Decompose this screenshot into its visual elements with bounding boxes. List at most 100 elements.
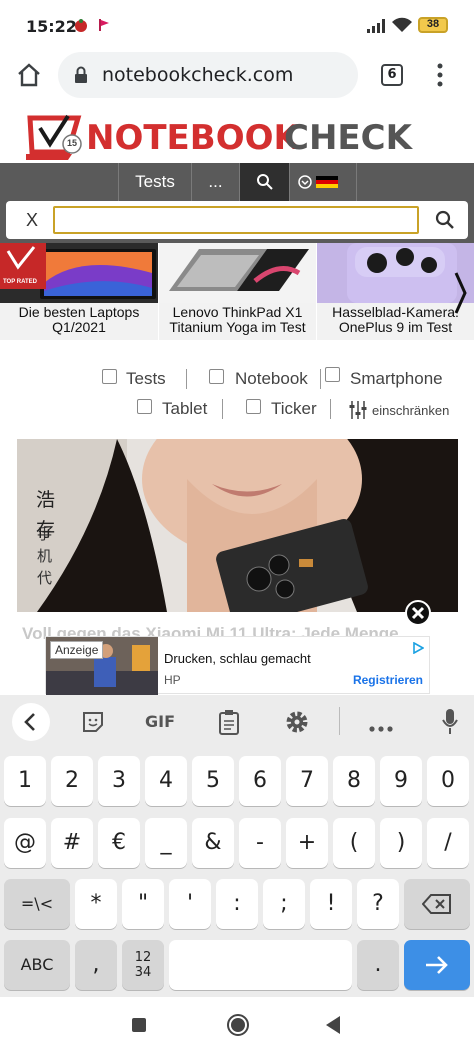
- key-enter[interactable]: [404, 940, 470, 990]
- address-bar[interactable]: notebookcheck.com: [58, 52, 358, 98]
- key-9[interactable]: 9: [380, 756, 422, 806]
- key-minus[interactable]: -: [239, 818, 281, 868]
- carousel-card[interactable]: Lenovo ThinkPad X1 Titanium Yoga im Test: [159, 243, 316, 340]
- nav-more[interactable]: ...: [191, 163, 239, 201]
- carousel-caption: Lenovo ThinkPad X1 Titanium Yoga im Test: [169, 304, 306, 335]
- backspace-icon: [421, 894, 451, 914]
- logo-badge: 15: [66, 138, 77, 148]
- home-icon[interactable]: [16, 62, 42, 93]
- filter-tests-checkbox[interactable]: [102, 369, 117, 384]
- filter-smartphone-checkbox[interactable]: [325, 367, 340, 382]
- close-icon: [411, 606, 425, 620]
- home-nav-icon[interactable]: [226, 1013, 250, 1042]
- site-logo[interactable]: 15 NOTEBOOK CHECK: [0, 108, 474, 164]
- filter-smartphone-label[interactable]: Smartphone: [350, 369, 443, 389]
- gif-button[interactable]: GIF: [145, 712, 175, 731]
- nav-search[interactable]: [239, 163, 289, 201]
- featured-carousel: TOP RATED Die besten Laptops Q1/2021 Len…: [0, 243, 474, 340]
- toolbar-divider: [339, 707, 340, 735]
- filter-restrict-link[interactable]: einschränken: [372, 403, 449, 418]
- key-3[interactable]: 3: [98, 756, 140, 806]
- key-space[interactable]: [169, 940, 352, 990]
- key-double-quote[interactable]: ": [122, 879, 164, 929]
- back-nav-icon[interactable]: [324, 1015, 342, 1040]
- key-slash[interactable]: /: [427, 818, 469, 868]
- notification-icon: [74, 18, 88, 32]
- more-options-icon[interactable]: [369, 719, 393, 737]
- key-7[interactable]: 7: [286, 756, 328, 806]
- recents-icon[interactable]: [131, 1017, 147, 1038]
- ad-close-button[interactable]: [405, 600, 431, 626]
- chevron-left-icon: [24, 713, 35, 731]
- key-2[interactable]: 2: [51, 756, 93, 806]
- filter-tablet-label[interactable]: Tablet: [162, 399, 207, 419]
- key-hash[interactable]: #: [51, 818, 93, 868]
- filter-separator: [320, 369, 321, 389]
- key-comma[interactable]: ,: [75, 940, 117, 990]
- key-asterisk[interactable]: *: [75, 879, 117, 929]
- nav-language[interactable]: [289, 163, 357, 201]
- microphone-icon[interactable]: [441, 708, 459, 741]
- key-period[interactable]: .: [357, 940, 399, 990]
- nav-tests[interactable]: Tests: [118, 163, 191, 201]
- key-colon[interactable]: :: [216, 879, 258, 929]
- key-ampersand[interactable]: &: [192, 818, 234, 868]
- filter-notebook-label[interactable]: Notebook: [235, 369, 308, 389]
- search-input[interactable]: [53, 206, 419, 234]
- filter-notebook-checkbox[interactable]: [209, 369, 224, 384]
- clipboard-icon[interactable]: [218, 709, 240, 740]
- nav-search-icon: [256, 174, 273, 190]
- site-nav: Tests ...: [0, 163, 474, 201]
- filter-tablet-checkbox[interactable]: [137, 399, 152, 414]
- key-numpad[interactable]: 12 34: [122, 940, 164, 990]
- status-bar: 15:22 38: [0, 0, 474, 52]
- logo-check-text: CHECK: [284, 118, 412, 158]
- wifi-icon: [392, 17, 412, 38]
- key-8[interactable]: 8: [333, 756, 375, 806]
- key-paren-close[interactable]: ): [380, 818, 422, 868]
- key-question[interactable]: ?: [357, 879, 399, 929]
- key-single-quote[interactable]: ': [169, 879, 211, 929]
- signal-icon: [367, 19, 385, 38]
- ad-cta-button[interactable]: Registrieren: [353, 673, 423, 687]
- search-submit-icon[interactable]: [435, 210, 455, 235]
- arrow-right-icon: [426, 956, 448, 974]
- key-6[interactable]: 6: [239, 756, 281, 806]
- carousel-card[interactable]: TOP RATED Die besten Laptops Q1/2021: [0, 243, 158, 340]
- key-exclamation[interactable]: !: [310, 879, 352, 929]
- filter-ticker-label[interactable]: Ticker: [271, 399, 317, 419]
- settings-gear-icon[interactable]: [285, 710, 309, 739]
- lock-icon[interactable]: [74, 66, 88, 89]
- overflow-menu-icon[interactable]: [436, 63, 444, 92]
- key-underscore[interactable]: _: [145, 818, 187, 868]
- article-hero-image[interactable]: 手 机 代 浩 存: [17, 439, 458, 612]
- key-semicolon[interactable]: ;: [263, 879, 305, 929]
- carousel-next-icon[interactable]: [452, 271, 468, 320]
- key-plus[interactable]: +: [286, 818, 328, 868]
- sliders-icon[interactable]: [348, 400, 368, 425]
- key-symbols-toggle[interactable]: =\<: [4, 879, 70, 929]
- filter-separator: [222, 399, 223, 419]
- carousel-caption: Hasselblad-Kamera: OnePlus 9 im Test: [332, 304, 459, 335]
- filter-ticker-checkbox[interactable]: [246, 399, 261, 414]
- key-5[interactable]: 5: [192, 756, 234, 806]
- filter-tests-label[interactable]: Tests: [126, 369, 166, 389]
- hero-char: 存: [36, 519, 56, 541]
- key-4[interactable]: 4: [145, 756, 187, 806]
- key-0[interactable]: 0: [427, 756, 469, 806]
- key-abc[interactable]: ABC: [4, 940, 70, 990]
- ad-choices-icon[interactable]: [412, 641, 425, 659]
- keyboard-back-button[interactable]: [12, 703, 50, 741]
- search-close-button[interactable]: X: [26, 210, 38, 231]
- carousel-card[interactable]: Hasselblad-Kamera: OnePlus 9 im Test: [317, 243, 474, 340]
- key-backspace[interactable]: [404, 879, 470, 929]
- tab-switcher-button[interactable]: 6: [381, 64, 403, 86]
- key-euro[interactable]: €: [98, 818, 140, 868]
- ad-banner[interactable]: Anzeige Drucken, schlau gemacht HP Regis…: [45, 636, 430, 695]
- sticker-icon[interactable]: [81, 710, 105, 739]
- svg-text:机: 机: [37, 547, 52, 565]
- key-1[interactable]: 1: [4, 756, 46, 806]
- key-paren-open[interactable]: (: [333, 818, 375, 868]
- key-at[interactable]: @: [4, 818, 46, 868]
- svg-text:代: 代: [37, 569, 52, 587]
